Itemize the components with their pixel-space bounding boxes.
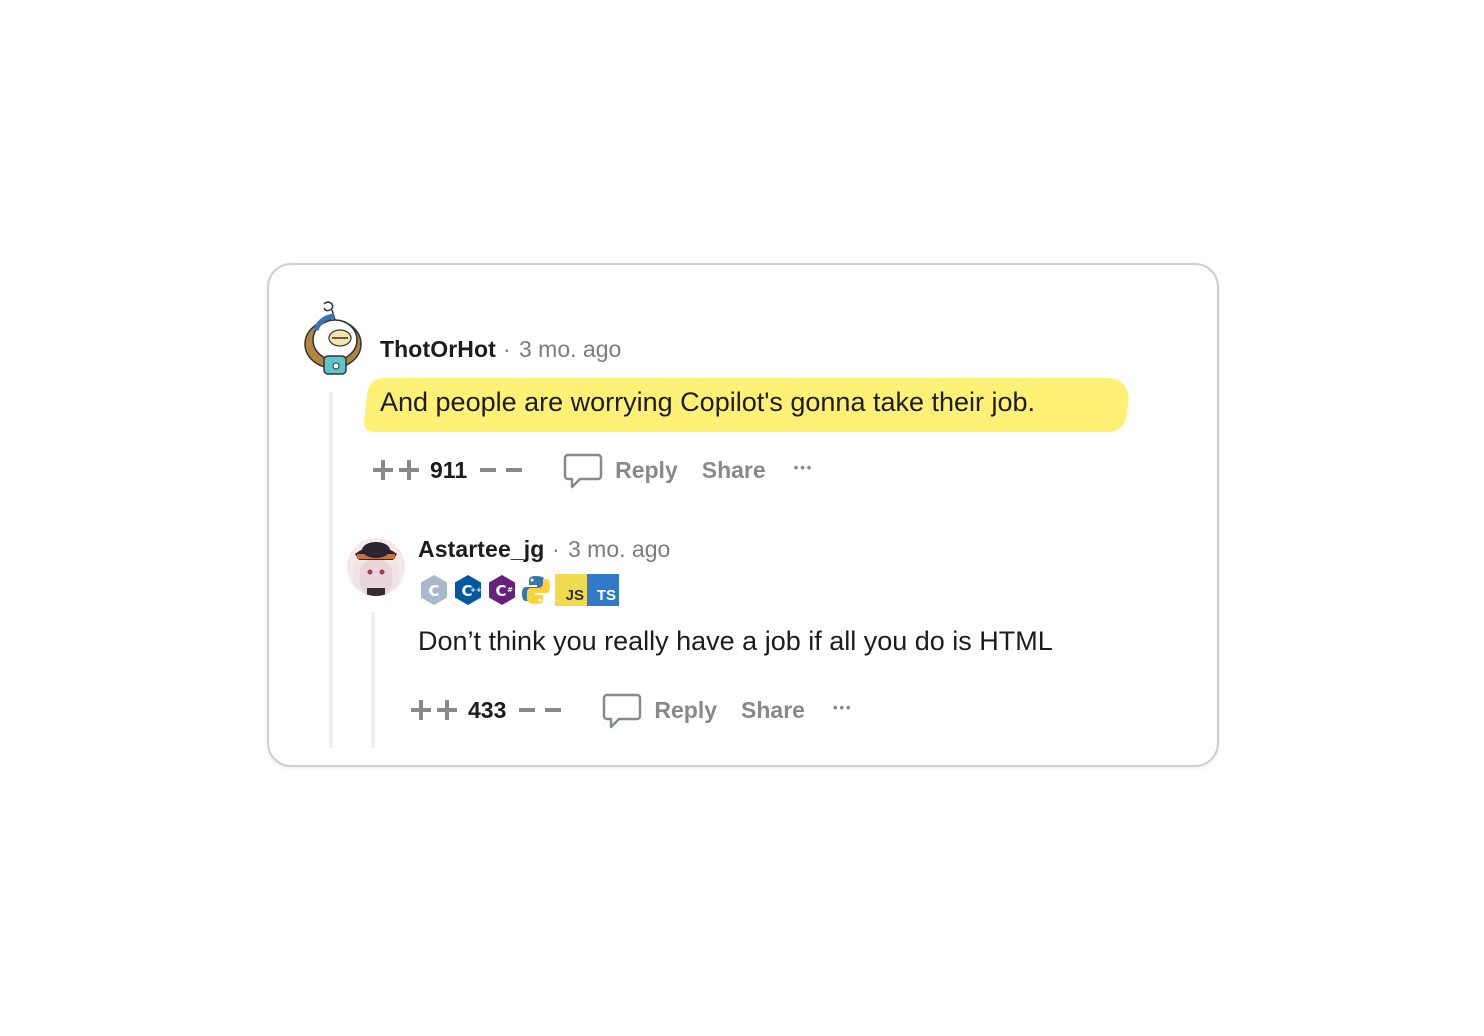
downvote-icon[interactable] — [477, 457, 503, 483]
comment-body: And people are worrying Copilot's gonna … — [380, 387, 1036, 417]
upvote-icon[interactable] — [396, 457, 422, 483]
comment-body: Don’t think you really have a job if all… — [418, 626, 1053, 656]
reply-button[interactable]: Reply — [602, 690, 717, 730]
thread-line-1[interactable] — [329, 392, 333, 748]
share-button[interactable]: Share — [741, 697, 805, 724]
reply-button[interactable]: Reply — [563, 450, 678, 490]
profile-avatar-icon — [347, 538, 405, 596]
downvote-icon[interactable] — [516, 697, 542, 723]
vote-count: 911 — [430, 456, 468, 483]
upvote-icon[interactable] — [370, 457, 396, 483]
svg-text:++: ++ — [470, 586, 482, 594]
csharp-language-icon: C # — [489, 575, 515, 605]
javascript-language-icon: JS — [555, 574, 587, 606]
typescript-language-icon: TS — [587, 574, 619, 606]
upvote-icon[interactable] — [434, 697, 460, 723]
cpp-language-icon: C ++ — [455, 575, 482, 605]
downvote-icon[interactable] — [503, 457, 529, 483]
more-options-icon[interactable]: ••• — [833, 700, 853, 715]
vote-count: 433 — [468, 696, 507, 723]
downvote-icon[interactable] — [542, 697, 568, 723]
svg-text:C: C — [495, 582, 506, 600]
snoo-avatar-icon — [304, 301, 362, 375]
upvote-icon[interactable] — [408, 697, 434, 723]
comment-timestamp[interactable]: 3 mo. ago — [519, 336, 621, 363]
meta-separator: · — [503, 336, 511, 362]
comment-actions: 911 Reply Share ••• — [370, 448, 813, 492]
comment-author[interactable]: ThotOrHot — [380, 336, 496, 363]
svg-text:#: # — [507, 586, 513, 594]
python-language-icon — [522, 576, 550, 604]
comment-timestamp[interactable]: 3 mo. ago — [568, 536, 670, 563]
comment-actions: 433 Reply Share ••• — [408, 688, 853, 732]
c-language-icon: C — [421, 575, 447, 605]
meta-separator: · — [552, 536, 560, 562]
share-button[interactable]: Share — [702, 457, 766, 484]
comment-bubble-icon — [563, 453, 603, 489]
reply-label: Reply — [615, 456, 678, 483]
avatar-astartee[interactable] — [347, 538, 405, 596]
comment-bubble-icon — [603, 693, 642, 729]
user-flair: C C ++ C # JS TS — [419, 574, 619, 606]
avatar-thotorhot[interactable] — [302, 300, 364, 378]
more-options-icon[interactable]: ••• — [794, 460, 814, 475]
thread-line-2[interactable] — [371, 612, 375, 748]
comment-author[interactable]: Astartee_jg — [418, 536, 544, 563]
reply-label: Reply — [654, 696, 718, 723]
svg-text:C: C — [428, 582, 439, 600]
